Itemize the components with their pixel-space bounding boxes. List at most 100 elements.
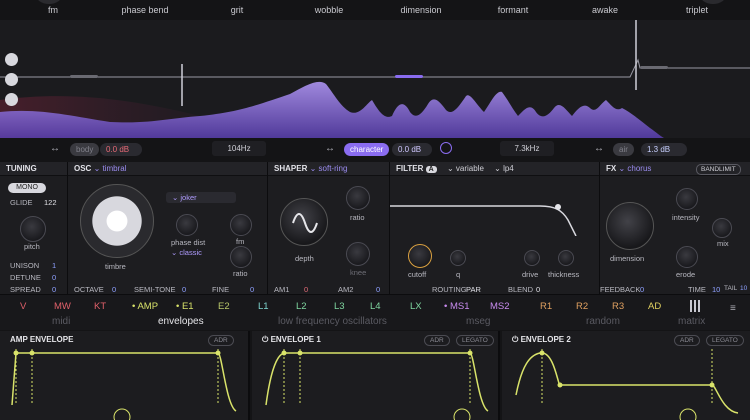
time-value[interactable]: 10 [712,285,720,294]
category-matrix[interactable]: matrix [678,316,705,327]
character-value[interactable]: 0.0 dB [392,143,432,156]
category-mseg[interactable]: mseg [466,316,490,327]
fx-type-select[interactable]: ⌄ chorus [618,164,651,173]
detune-label: DETUNE [10,273,41,282]
q-knob[interactable] [450,250,466,266]
category-midi[interactable]: midi [52,316,70,327]
spread-icon[interactable] [5,73,18,86]
mod-tab-amp[interactable]: • AMP [132,301,158,312]
param-wobble[interactable]: wobble [289,5,369,15]
feedback-value[interactable]: 0 [640,285,644,294]
mod-tab-ms2[interactable]: MS2 [490,301,510,312]
category-lfo[interactable]: low frequency oscillators [278,316,387,327]
mod-tab-l1[interactable]: L1 [258,301,269,312]
routing-label: ROUTING [432,285,467,294]
filter-mode-select[interactable]: ⌄ lp4 [494,164,514,173]
dimension-knob[interactable] [606,202,654,250]
glide-value[interactable]: 122 [44,198,57,207]
mod-tab-l4[interactable]: L4 [370,301,381,312]
filter-slot-button[interactable]: A [425,166,437,173]
mod-tab-ms1[interactable]: • MS1 [444,301,470,312]
unison-value[interactable]: 1 [52,261,56,270]
freq-low-value[interactable]: 104Hz [212,141,266,156]
category-envelopes[interactable]: envelopes [158,316,204,327]
detune-value[interactable]: 0 [52,273,56,282]
swap-arrows-icon[interactable]: ↔ [594,143,604,154]
knee-knob[interactable] [346,242,370,266]
mod-tab-ad[interactable]: AD [648,301,661,312]
spectrum-display[interactable] [0,20,750,138]
body-value[interactable]: 0.0 dB [100,143,142,156]
mod-tab-mw[interactable]: MW [54,301,71,312]
character-label[interactable]: character [344,143,390,156]
drive-knob[interactable] [524,250,540,266]
phase-dist-knob[interactable] [176,214,198,236]
fine-value[interactable]: 0 [250,285,254,294]
filter-title: FILTER [396,164,424,173]
routing-value[interactable]: PAR [466,285,481,294]
menu-icon[interactable]: ≡ [730,303,736,314]
shape-icon[interactable] [5,93,18,106]
osc-ratio-knob[interactable] [230,246,252,268]
character-knob-icon[interactable] [440,142,452,154]
param-dimension[interactable]: dimension [381,5,461,15]
param-awake[interactable]: awake [565,5,645,15]
mod-tab-e2[interactable]: E2 [218,301,230,312]
envelope-2-graph[interactable] [502,345,750,420]
filter-type-select[interactable]: ⌄ variable [447,164,484,173]
swap-arrows-icon[interactable]: ↔ [325,143,335,154]
semitone-value[interactable]: 0 [182,285,186,294]
param-fm[interactable]: fm [13,5,93,15]
param-phase-bend[interactable]: phase bend [105,5,185,15]
fm-knob[interactable] [36,0,62,4]
phase-mode-select[interactable]: ⌄ classic [171,248,202,257]
am1-value[interactable]: 0 [304,285,308,294]
intensity-knob[interactable] [676,188,698,210]
triplet-knob[interactable] [700,0,726,4]
erode-knob[interactable] [676,246,698,268]
spread-value[interactable]: 0 [52,285,56,294]
bandlimit-button[interactable]: BANDLIMIT [696,164,741,175]
filter-curve[interactable] [390,176,600,236]
osc-preset-select[interactable]: ⌄ joker [166,192,236,203]
mod-tab-e1[interactable]: • E1 [176,301,194,312]
param-grit[interactable]: grit [197,5,277,15]
mod-tab-l2[interactable]: L2 [296,301,307,312]
amp-envelope-graph[interactable] [0,345,250,420]
osc-title: OSC [74,164,92,173]
mod-tab-r2[interactable]: R2 [576,301,588,312]
mod-tab-lx[interactable]: LX [410,301,422,312]
synth-window: fm phase bend grit wobble dimension form… [0,0,750,420]
param-triplet[interactable]: triplet [657,5,737,15]
am2-value[interactable]: 0 [376,285,380,294]
mod-tab-r3[interactable]: R3 [612,301,624,312]
tail-value[interactable]: 10 [740,285,747,292]
air-value[interactable]: 1.3 dB [641,143,687,156]
shaper-ratio-knob[interactable] [346,186,370,210]
tilt-icon[interactable] [5,53,18,66]
blend-value[interactable]: 0 [536,285,540,294]
mod-tab-r1[interactable]: R1 [540,301,552,312]
body-label[interactable]: body [70,143,100,156]
depth-knob[interactable] [280,198,328,246]
envelope-1-graph[interactable] [252,345,500,420]
timbre-knob[interactable] [80,184,154,258]
mod-tab-v[interactable]: V [20,301,26,312]
cutoff-knob[interactable] [408,244,432,268]
shaper-type-select[interactable]: ⌄ soft-ring [310,164,348,173]
param-formant[interactable]: formant [473,5,553,15]
mono-button[interactable]: MONO [8,183,46,193]
octave-value[interactable]: 0 [112,285,116,294]
air-label[interactable]: air [613,143,634,156]
pitch-knob[interactable] [20,216,46,242]
mod-tab-kt[interactable]: KT [94,301,106,312]
swap-arrows-icon[interactable]: ↔ [50,143,60,154]
thickness-knob[interactable] [558,250,574,266]
fm-knob[interactable] [230,214,252,236]
matrix-grid-icon[interactable] [690,300,702,312]
osc-type-select[interactable]: ⌄ timbral [94,164,127,173]
category-random[interactable]: random [586,316,620,327]
freq-high-value[interactable]: 7.3kHz [500,141,554,156]
mix-knob[interactable] [712,218,732,238]
mod-tab-l3[interactable]: L3 [334,301,345,312]
